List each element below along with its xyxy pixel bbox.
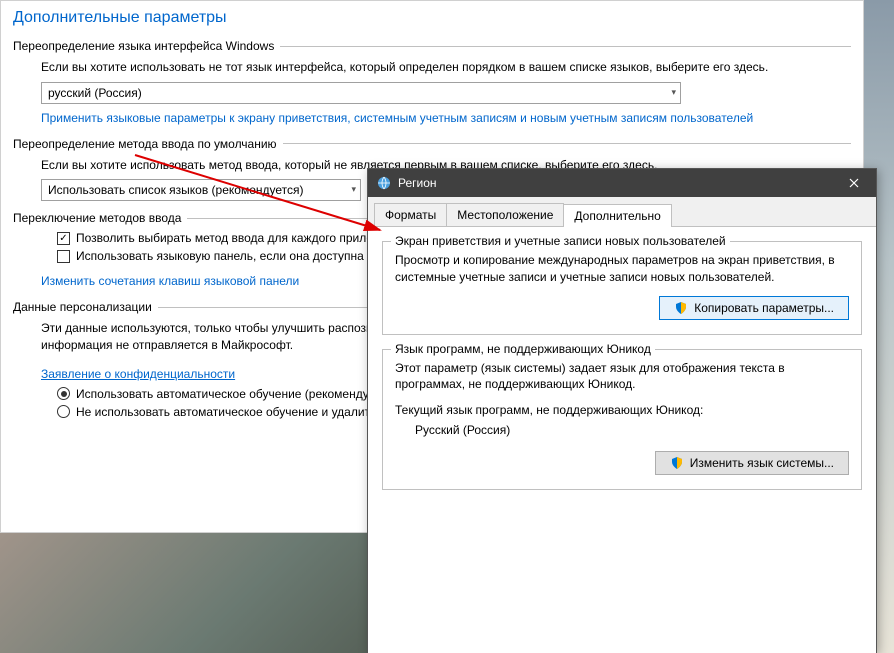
input-method-dropdown[interactable]: Использовать список языков (рекомендуетс… xyxy=(41,179,361,201)
tab-formats[interactable]: Форматы xyxy=(374,203,447,226)
display-language-description: Если вы хотите использовать не тот язык … xyxy=(41,59,851,76)
tab-location[interactable]: Местоположение xyxy=(446,203,564,226)
non-unicode-group-title: Язык программ, не поддерживающих Юникод xyxy=(391,342,655,356)
privacy-statement-link[interactable]: Заявление о конфиденциальности xyxy=(41,366,235,383)
auto-learn-label: Использовать автоматическое обучение (ре… xyxy=(76,387,397,401)
section-header-display-language: Переопределение языка интерфейса Windows xyxy=(13,39,851,53)
region-dialog: Регион Форматы Местоположение Дополнител… xyxy=(367,168,877,653)
chevron-down-icon: ▾ xyxy=(351,184,356,195)
language-bar-checkbox[interactable] xyxy=(57,250,70,263)
language-bar-label: Использовать языковую панель, если она д… xyxy=(76,249,364,263)
current-locale-value: Русский (Россия) xyxy=(395,423,849,437)
section-header-input-method: Переопределение метода ввода по умолчани… xyxy=(13,137,851,151)
globe-icon xyxy=(376,175,392,191)
change-system-locale-button[interactable]: Изменить язык системы... xyxy=(655,451,849,475)
close-button[interactable] xyxy=(832,169,876,197)
chevron-down-icon: ▾ xyxy=(671,87,676,98)
non-unicode-group-text: Этот параметр (язык системы) задает язык… xyxy=(395,360,849,394)
per-app-input-checkbox[interactable]: ✓ xyxy=(57,232,70,245)
copy-settings-button[interactable]: Копировать параметры... xyxy=(659,296,849,320)
welcome-screen-group: Экран приветствия и учетные записи новых… xyxy=(382,241,862,335)
current-locale-label: Текущий язык программ, не поддерживающих… xyxy=(395,403,849,417)
welcome-screen-group-title: Экран приветствия и учетные записи новых… xyxy=(391,234,730,248)
page-title: Дополнительные параметры xyxy=(13,9,851,27)
welcome-screen-group-text: Просмотр и копирование международных пар… xyxy=(395,252,849,286)
dialog-tabs: Форматы Местоположение Дополнительно xyxy=(368,197,876,227)
auto-learn-radio[interactable] xyxy=(57,387,70,400)
tab-administrative[interactable]: Дополнительно xyxy=(563,204,671,227)
no-auto-learn-radio[interactable] xyxy=(57,405,70,418)
close-icon xyxy=(849,178,859,188)
non-unicode-group: Язык программ, не поддерживающих Юникод … xyxy=(382,349,862,491)
shield-icon xyxy=(670,456,684,470)
per-app-input-label: Позволить выбирать метод ввода для каждо… xyxy=(76,231,407,245)
display-language-dropdown[interactable]: русский (Россия) ▾ xyxy=(41,82,681,104)
shield-icon xyxy=(674,301,688,315)
change-hotkeys-link[interactable]: Изменить сочетания клавиш языковой панел… xyxy=(41,273,299,290)
dialog-titlebar[interactable]: Регион xyxy=(368,169,876,197)
apply-to-welcome-screen-link[interactable]: Применить языковые параметры к экрану пр… xyxy=(41,110,753,127)
dialog-title: Регион xyxy=(398,176,832,190)
